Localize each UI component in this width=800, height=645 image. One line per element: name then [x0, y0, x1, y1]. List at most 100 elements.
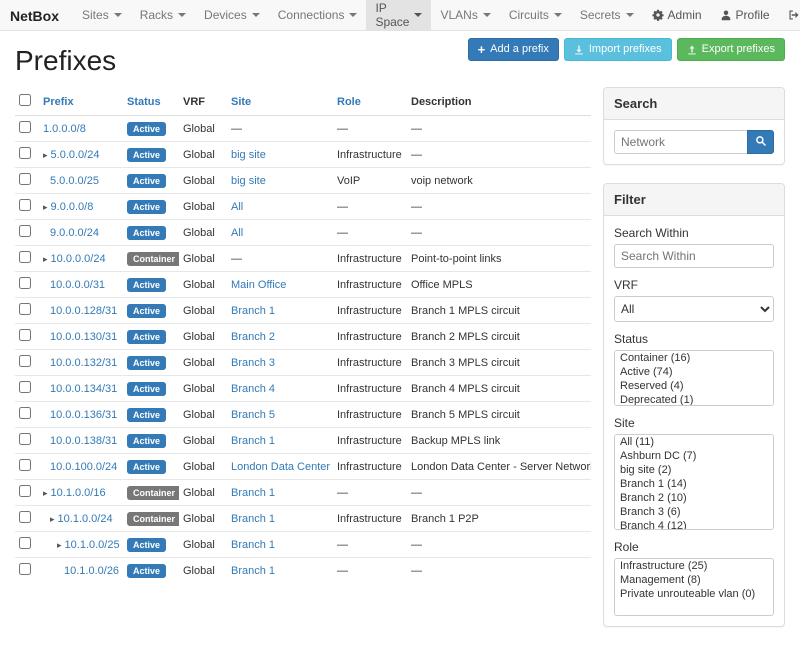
table-row: ▸10.0.0.0/24ContainerGlobal—Infrastructu…	[15, 246, 591, 272]
site-link[interactable]: Branch 1	[231, 487, 275, 499]
vrf-filter-select[interactable]: All	[614, 296, 774, 322]
status-badge: Active	[127, 564, 166, 578]
filter-option[interactable]: Ashburn DC (7)	[615, 449, 773, 463]
site-link[interactable]: London Data Center	[231, 461, 330, 473]
nav-item-label: Devices	[204, 8, 247, 22]
filter-option[interactable]: Reserved (4)	[615, 379, 773, 393]
site-link[interactable]: All	[231, 227, 243, 239]
site-link[interactable]: Branch 3	[231, 357, 275, 369]
export-prefixes-button[interactable]: Export prefixes	[677, 38, 785, 61]
search-input[interactable]	[614, 130, 747, 154]
site-link[interactable]: big site	[231, 175, 266, 187]
site-link[interactable]: Branch 1	[231, 513, 275, 525]
filter-option[interactable]: Deprecated (1)	[615, 393, 773, 406]
filter-option[interactable]: Active (74)	[615, 365, 773, 379]
filter-option[interactable]: Branch 2 (10)	[615, 491, 773, 505]
import-prefixes-button[interactable]: Import prefixes	[564, 38, 672, 61]
prefix-link[interactable]: 9.0.0.0/8	[51, 201, 94, 213]
prefix-link[interactable]: 10.0.0.134/31	[50, 383, 117, 395]
prefix-link[interactable]: 10.1.0.0/24	[58, 513, 113, 525]
row-checkbox[interactable]	[19, 537, 31, 549]
search-button[interactable]	[747, 130, 774, 154]
site-link[interactable]: All	[231, 201, 243, 213]
prefix-link[interactable]: 10.0.0.132/31	[50, 357, 117, 369]
description-value: Branch 5 MPLS circuit	[411, 409, 520, 421]
prefix-link[interactable]: 1.0.0.0/8	[43, 123, 86, 135]
filter-panel-title: Filter	[604, 184, 784, 216]
select-all-checkbox[interactable]	[19, 94, 31, 106]
filter-option[interactable]: All (11)	[615, 435, 773, 449]
prefix-link[interactable]: 5.0.0.0/25	[50, 175, 99, 187]
filter-option[interactable]: big site (2)	[615, 463, 773, 477]
prefix-link[interactable]: 5.0.0.0/24	[51, 149, 100, 161]
site-link[interactable]: Branch 1	[231, 565, 275, 577]
row-checkbox[interactable]	[19, 199, 31, 211]
row-checkbox[interactable]	[19, 485, 31, 497]
prefix-link[interactable]: 10.1.0.0/16	[51, 487, 106, 499]
description-value: London Data Center - Server Network	[411, 461, 591, 473]
row-checkbox[interactable]	[19, 433, 31, 445]
prefix-link[interactable]: 9.0.0.0/24	[50, 227, 99, 239]
row-checkbox[interactable]	[19, 173, 31, 185]
add-prefix-button[interactable]: + Add a prefix	[468, 38, 559, 61]
row-checkbox[interactable]	[19, 225, 31, 237]
site-link[interactable]: Branch 4	[231, 383, 275, 395]
filter-option[interactable]: Private unrouteable vlan (0)	[615, 587, 773, 601]
profile-link[interactable]: Profile	[711, 0, 779, 30]
site-link[interactable]: Branch 1	[231, 435, 275, 447]
prefix-link[interactable]: 10.0.100.0/24	[50, 461, 117, 473]
nav-item-vlans[interactable]: VLANs	[431, 0, 499, 30]
row-checkbox[interactable]	[19, 563, 31, 575]
filter-option[interactable]: Infrastructure (25)	[615, 559, 773, 573]
prefix-link[interactable]: 10.0.0.0/24	[51, 253, 106, 265]
nav-item-secrets[interactable]: Secrets	[571, 0, 643, 30]
site-link[interactable]: Branch 1	[231, 305, 275, 317]
filter-option[interactable]: Branch 1 (14)	[615, 477, 773, 491]
nav-item-circuits[interactable]: Circuits	[500, 0, 571, 30]
site-link[interactable]: Branch 1	[231, 539, 275, 551]
site-link[interactable]: Branch 2	[231, 331, 275, 343]
row-checkbox[interactable]	[19, 459, 31, 471]
prefix-link[interactable]: 10.1.0.0/25	[65, 539, 120, 551]
column-header-site[interactable]: Site	[227, 88, 333, 116]
filter-option[interactable]: Container (16)	[615, 351, 773, 365]
nav-item-sites[interactable]: Sites	[73, 0, 131, 30]
nav-item-ip-space[interactable]: IP Space	[366, 0, 431, 30]
filter-option[interactable]: Management (8)	[615, 573, 773, 587]
status-filter-select[interactable]: Container (16)Active (74)Reserved (4)Dep…	[614, 350, 774, 406]
site-link[interactable]: Main Office	[231, 279, 286, 291]
prefix-link[interactable]: 10.0.0.138/31	[50, 435, 117, 447]
chevron-down-icon	[114, 13, 122, 17]
logout-link[interactable]: Log out	[779, 0, 800, 30]
row-checkbox[interactable]	[19, 251, 31, 263]
row-checkbox[interactable]	[19, 303, 31, 315]
row-checkbox[interactable]	[19, 329, 31, 341]
filter-option[interactable]: Branch 3 (6)	[615, 505, 773, 519]
prefix-link[interactable]: 10.0.0.136/31	[50, 409, 117, 421]
role-filter-select[interactable]: Infrastructure (25)Management (8)Private…	[614, 558, 774, 616]
row-checkbox[interactable]	[19, 355, 31, 367]
nav-item-racks[interactable]: Racks	[131, 0, 195, 30]
prefix-link[interactable]: 10.0.0.130/31	[50, 331, 117, 343]
prefix-link[interactable]: 10.0.0.0/31	[50, 279, 105, 291]
column-header-prefix[interactable]: Prefix	[39, 88, 123, 116]
site-link[interactable]: big site	[231, 149, 266, 161]
nav-item-devices[interactable]: Devices	[195, 0, 269, 30]
prefix-link[interactable]: 10.1.0.0/26	[64, 565, 119, 577]
admin-link[interactable]: Admin	[643, 0, 711, 30]
nav-item-connections[interactable]: Connections	[269, 0, 367, 30]
row-checkbox[interactable]	[19, 407, 31, 419]
site-link[interactable]: Branch 5	[231, 409, 275, 421]
row-checkbox[interactable]	[19, 277, 31, 289]
search-within-input[interactable]	[614, 244, 774, 268]
row-checkbox[interactable]	[19, 147, 31, 159]
row-checkbox[interactable]	[19, 121, 31, 133]
site-filter-select[interactable]: All (11)Ashburn DC (7)big site (2)Branch…	[614, 434, 774, 530]
filter-option[interactable]: Branch 4 (12)	[615, 519, 773, 530]
column-header-status[interactable]: Status	[123, 88, 179, 116]
row-checkbox[interactable]	[19, 511, 31, 523]
prefix-link[interactable]: 10.0.0.128/31	[50, 305, 117, 317]
row-checkbox[interactable]	[19, 381, 31, 393]
column-header-role[interactable]: Role	[333, 88, 407, 116]
app-brand[interactable]: NetBox	[0, 0, 73, 30]
